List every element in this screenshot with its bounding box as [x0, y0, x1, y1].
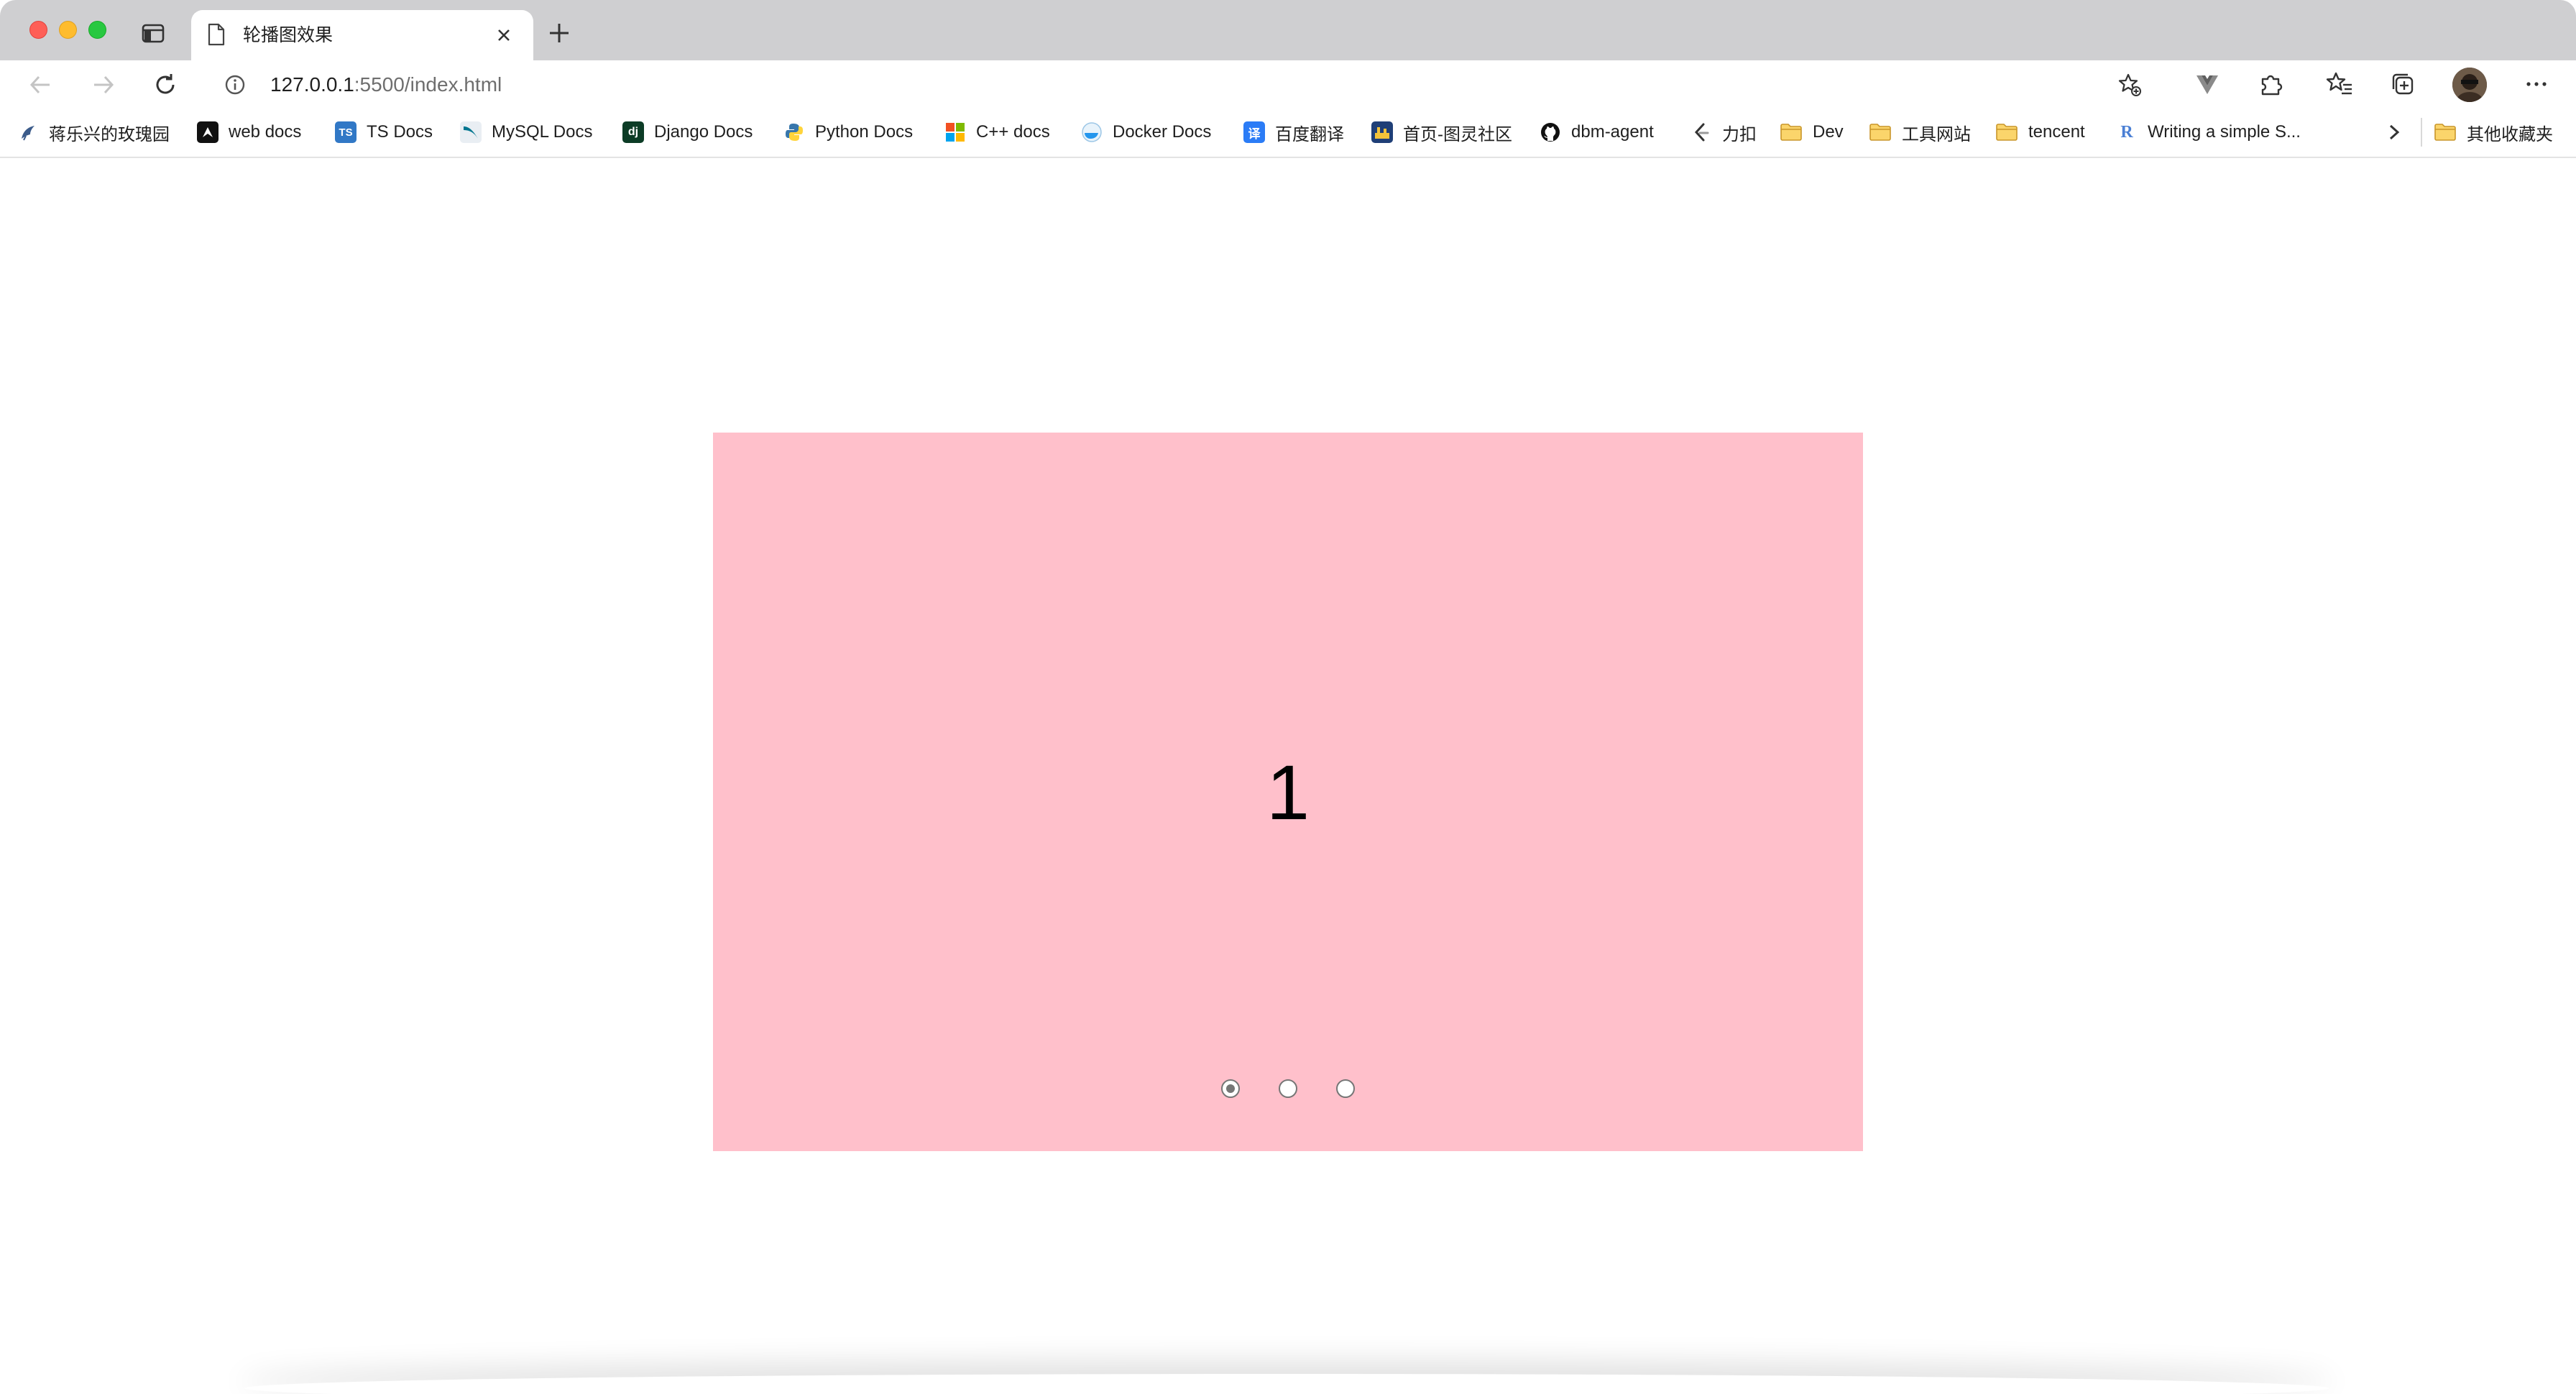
close-window-button[interactable]	[29, 21, 47, 39]
bookmark-label: 百度翻译	[1275, 124, 1344, 144]
bookmark-python-docs[interactable]: Python Docs	[783, 118, 913, 147]
slide-number: 1	[1266, 748, 1310, 836]
bookmark-mysql-docs[interactable]: MySQL Docs	[460, 118, 592, 147]
bookmark-label: 力扣	[1722, 124, 1757, 144]
carousel-radio-1[interactable]	[1221, 1079, 1240, 1098]
folder-icon	[1995, 123, 2018, 142]
carousel-radio-3[interactable]	[1336, 1079, 1355, 1098]
bookmark-baidu-translate[interactable]: 译 百度翻译	[1243, 118, 1344, 147]
navigation-toolbar: 127.0.0.1:5500/index.html	[0, 60, 2576, 108]
maximize-window-button[interactable]	[88, 21, 106, 39]
add-favorite-icon[interactable]	[2117, 73, 2142, 97]
back-arrow-icon[interactable]	[27, 72, 53, 98]
site-info-icon[interactable]	[224, 74, 246, 96]
bookmark-turing[interactable]: 首页-图灵社区	[1371, 118, 1512, 147]
bookmark-folder-dev[interactable]: Dev	[1780, 118, 1844, 147]
bookmark-folder-tools[interactable]: 工具网站	[1869, 118, 1971, 147]
tab-actions-icon[interactable]	[141, 22, 165, 45]
more-options-icon[interactable]	[2523, 70, 2550, 98]
bird-icon	[17, 121, 39, 143]
bookmark-label: Dev	[1813, 122, 1844, 142]
bookmark-label: MySQL Docs	[492, 122, 593, 142]
browser-window: 轮播图效果 127.0.0.1:5500/index.html 蒋乐兴的玫瑰园 …	[0, 0, 2576, 1394]
bookmark-web-docs[interactable]: web docs	[197, 118, 301, 147]
bookmark-docker-docs[interactable]: Docker Docs	[1081, 118, 1211, 147]
tab-title: 轮播图效果	[243, 25, 334, 45]
address-bar[interactable]: 127.0.0.1:5500/index.html	[206, 65, 2168, 103]
r-icon: R	[2120, 122, 2133, 142]
bookmark-label: 工具网站	[1902, 124, 1971, 144]
bookmark-label: Django Docs	[654, 122, 753, 142]
minimize-window-button[interactable]	[59, 21, 77, 39]
forward-arrow-icon[interactable]	[91, 72, 116, 98]
bookmark-django-docs[interactable]: dj Django Docs	[622, 118, 753, 147]
django-icon: dj	[622, 121, 644, 143]
vue-devtools-icon[interactable]	[2194, 70, 2221, 98]
bottom-shadow	[244, 1374, 2329, 1394]
folder-icon	[1869, 123, 1892, 142]
bookmark-leetcode[interactable]: 力扣	[1690, 118, 1757, 147]
bookmarks-bar: 蒋乐兴的玫瑰园 web docs TS TS Docs MySQL Docs d…	[0, 108, 2576, 158]
mdn-icon	[197, 121, 218, 143]
url-text[interactable]: 127.0.0.1:5500/index.html	[270, 73, 502, 96]
docker-icon	[1081, 121, 1103, 143]
bookmarks-divider	[2421, 118, 2422, 147]
bookmark-label: 蒋乐兴的玫瑰园	[49, 124, 170, 144]
folder-icon	[1780, 123, 1803, 142]
baidu-translate-icon: 译	[1243, 121, 1265, 143]
url-path: :5500/index.html	[354, 73, 502, 96]
chevron-right-icon[interactable]	[2383, 118, 2405, 147]
bookmark-dbm-agent[interactable]: dbm-agent	[1540, 118, 1654, 147]
leetcode-icon	[1690, 121, 1712, 143]
bookmark-folder-tencent[interactable]: tencent	[1995, 118, 2085, 147]
bookmark-label: Docker Docs	[1113, 122, 1212, 142]
new-tab-plus-icon[interactable]	[546, 20, 572, 46]
microsoft-icon	[944, 121, 966, 143]
carousel: 1	[713, 433, 1863, 1151]
bookmark-ts-docs[interactable]: TS TS Docs	[335, 118, 433, 147]
bookmark-label: web docs	[229, 122, 302, 142]
tab-strip: 轮播图效果	[0, 0, 2576, 60]
bookmark-label: C++ docs	[976, 122, 1050, 142]
bookmark-writing-simple[interactable]: R Writing a simple S...	[2116, 118, 2301, 147]
carousel-radio-2[interactable]	[1279, 1079, 1297, 1098]
active-tab[interactable]: 轮播图效果	[191, 10, 533, 60]
url-host: 127.0.0.1	[270, 73, 354, 96]
close-tab-icon[interactable]	[493, 24, 515, 46]
bookmark-label: Writing a simple S...	[2148, 122, 2301, 142]
github-icon	[1540, 121, 1561, 143]
bookmark-other-favorites[interactable]: 其他收藏夹	[2434, 118, 2553, 147]
mysql-icon	[460, 121, 482, 143]
bookmark-label: 首页-图灵社区	[1403, 124, 1512, 144]
favorites-icon[interactable]	[2326, 70, 2353, 98]
extensions-puzzle-icon[interactable]	[2257, 70, 2284, 98]
carousel-indicators	[713, 1079, 1863, 1101]
turing-icon	[1371, 121, 1393, 143]
reload-icon[interactable]	[152, 72, 178, 98]
bookmark-cpp-docs[interactable]: C++ docs	[944, 118, 1050, 147]
python-icon	[783, 121, 805, 143]
page-icon	[207, 23, 226, 46]
typescript-icon: TS	[335, 121, 356, 143]
bookmark-label: dbm-agent	[1571, 122, 1654, 142]
folder-icon	[2434, 123, 2457, 142]
collections-icon[interactable]	[2389, 70, 2416, 98]
bookmark-label: TS Docs	[367, 122, 433, 142]
page-viewport: 1	[0, 160, 2576, 1394]
bookmark-label: 其他收藏夹	[2467, 124, 2553, 144]
profile-avatar[interactable]	[2452, 68, 2487, 102]
bookmark-label: Python Docs	[815, 122, 914, 142]
bookmark-rose-garden[interactable]: 蒋乐兴的玫瑰园	[17, 118, 170, 147]
bookmark-label: tencent	[2028, 122, 2085, 142]
